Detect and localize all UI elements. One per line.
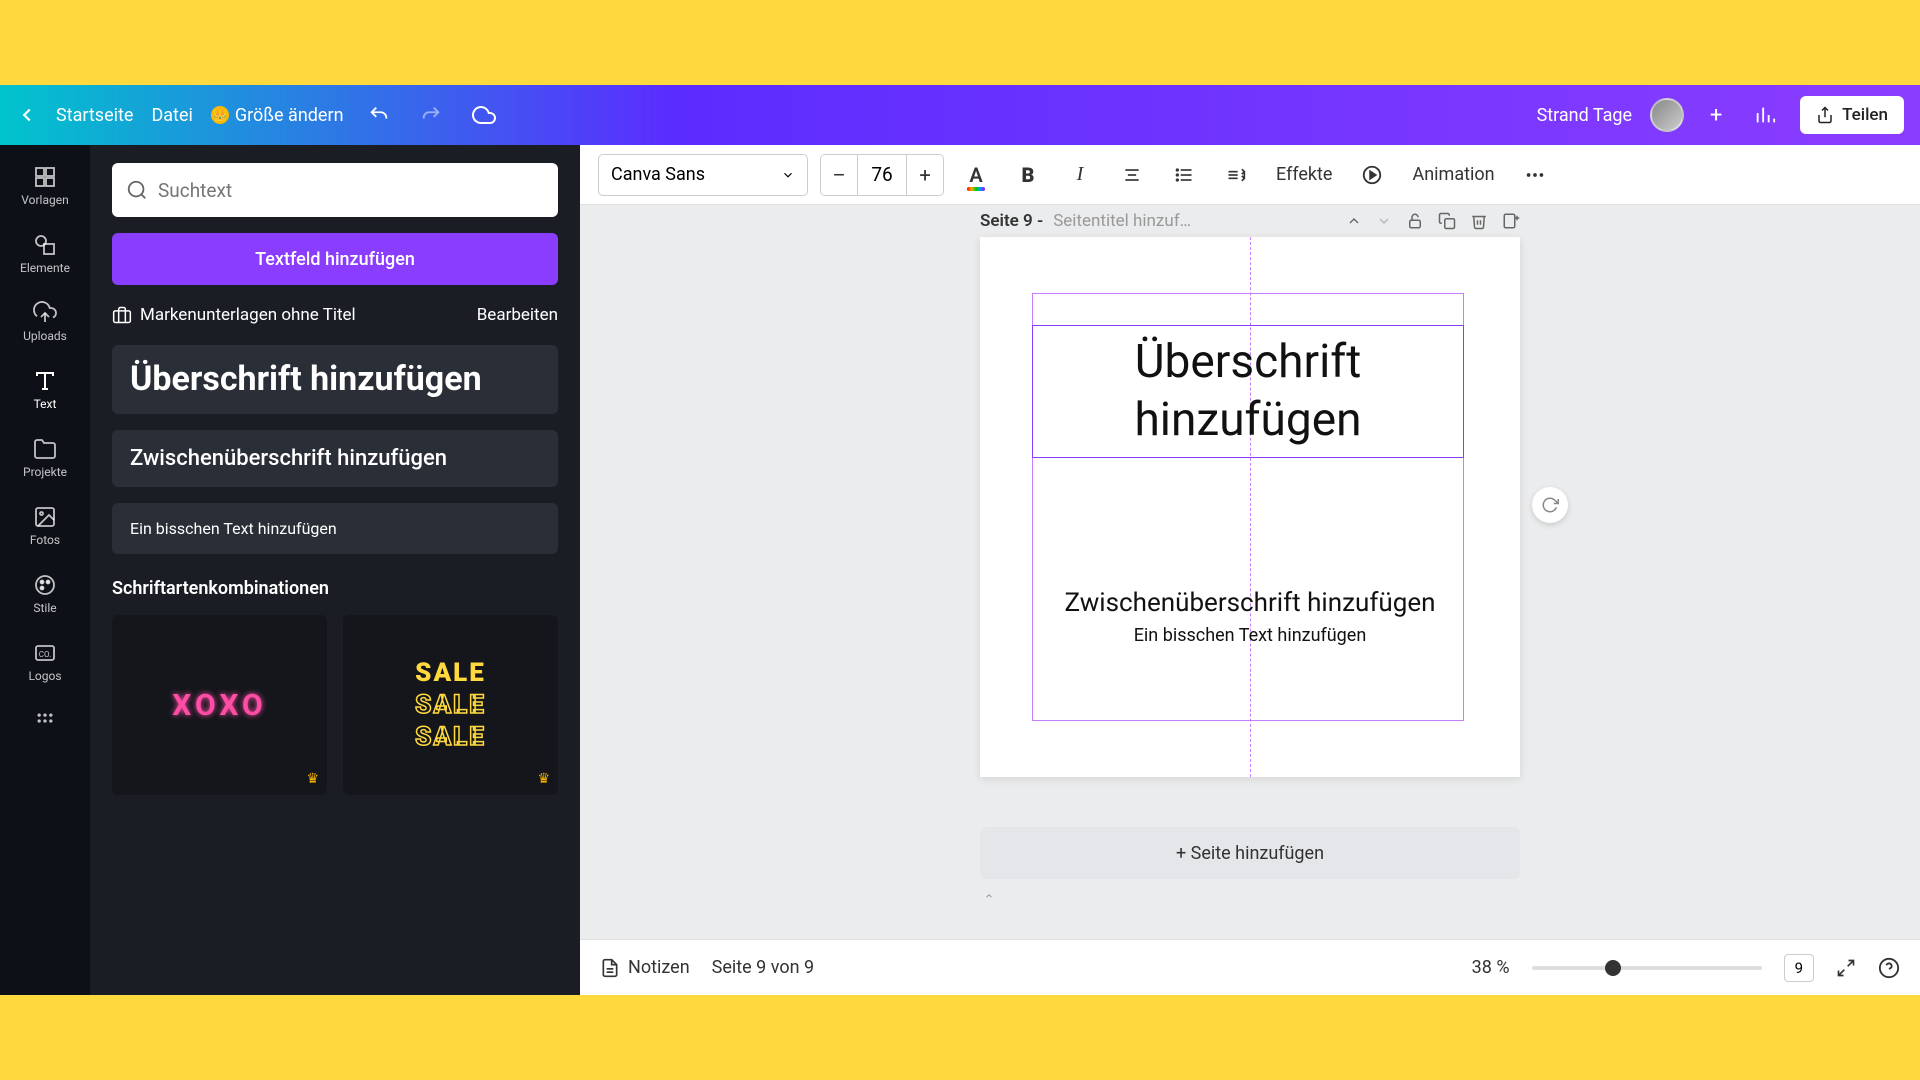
nav-projects[interactable]: Projekte (0, 427, 90, 489)
folder-icon (33, 437, 57, 461)
font-combos-title: Schriftartenkombinationen (112, 578, 558, 599)
nav-elements[interactable]: Elemente (0, 223, 90, 285)
resize-label: Größe ändern (235, 105, 344, 126)
page-up-button[interactable] (1346, 213, 1362, 229)
context-toolbar: Canva Sans – + A B I (580, 145, 1920, 205)
combo-preview: XOXO (172, 688, 266, 723)
add-page-button[interactable]: + Seite hinzufügen (980, 827, 1520, 879)
chevron-down-icon (781, 168, 795, 182)
home-link[interactable]: Startseite (56, 105, 133, 126)
regenerate-button[interactable] (1532, 487, 1568, 523)
font-size-input[interactable] (857, 155, 907, 195)
expand-pages-button[interactable] (980, 891, 1520, 909)
logos-icon: CO. (33, 641, 57, 665)
text-panel: Textfeld hinzufügen Markenunterlagen ohn… (90, 145, 580, 995)
bold-button[interactable]: B (1008, 155, 1048, 195)
combo-preview: SALE SALE SALE (415, 658, 486, 752)
nav-more[interactable] (0, 699, 90, 743)
premium-icon: ♛ (537, 771, 550, 787)
nav-styles[interactable]: Stile (0, 563, 90, 625)
resize-button[interactable]: 👑 Größe ändern (211, 105, 344, 126)
add-member-button[interactable]: + (1702, 101, 1730, 129)
briefcase-icon (112, 305, 132, 325)
delete-page-button[interactable] (1470, 212, 1488, 230)
nav-uploads[interactable]: Uploads (0, 291, 90, 353)
body-text-element[interactable]: Ein bisschen Text hinzufügen (1040, 625, 1460, 646)
notes-button[interactable]: Notizen (600, 957, 690, 978)
premium-icon: ♛ (306, 771, 319, 787)
page-grid-button[interactable]: 9 (1784, 954, 1814, 982)
nav-templates[interactable]: Vorlagen (0, 155, 90, 217)
styles-icon (33, 573, 57, 597)
font-size-increase[interactable]: + (907, 155, 943, 195)
search-icon (126, 179, 148, 201)
nav-rail: Vorlagen Elemente Uploads Text Projekte … (0, 145, 90, 995)
add-page-icon-button[interactable] (1502, 212, 1520, 230)
more-apps-icon (33, 709, 57, 733)
alignment-button[interactable] (1112, 155, 1152, 195)
animation-icon (1352, 155, 1392, 195)
insights-button[interactable] (1748, 98, 1782, 132)
add-body-text-option[interactable]: Ein bisschen Text hinzufügen (112, 503, 558, 554)
search-input[interactable] (158, 179, 544, 202)
add-textbox-button[interactable]: Textfeld hinzufügen (112, 233, 558, 285)
font-family-select[interactable]: Canva Sans (598, 154, 808, 196)
list-button[interactable] (1164, 155, 1204, 195)
font-combo-sale[interactable]: SALE SALE SALE ♛ (343, 615, 558, 795)
edit-brand-kit-link[interactable]: Bearbeiten (477, 305, 558, 325)
fullscreen-button[interactable] (1836, 958, 1856, 978)
help-button[interactable] (1878, 957, 1900, 979)
zoom-slider[interactable] (1532, 966, 1762, 970)
back-button[interactable] (16, 104, 38, 126)
page-counter[interactable]: Seite 9 von 9 (712, 957, 814, 978)
effects-button[interactable]: Effekte (1268, 164, 1340, 185)
zoom-thumb[interactable] (1605, 960, 1621, 976)
page-title-input[interactable]: Seitentitel hinzuf… (1053, 211, 1191, 231)
page-header: Seite 9 - Seitentitel hinzuf… (980, 205, 1520, 237)
page-down-button[interactable] (1376, 213, 1392, 229)
font-size-group: – + (820, 154, 944, 196)
photos-icon (33, 505, 57, 529)
svg-text:CO.: CO. (39, 650, 51, 659)
redo-button[interactable] (414, 98, 448, 132)
nav-photos[interactable]: Fotos (0, 495, 90, 557)
duplicate-page-button[interactable] (1438, 212, 1456, 230)
canvas-area: Canva Sans – + A B I (580, 145, 1920, 995)
page-number-label: Seite 9 - (980, 211, 1043, 231)
brand-kit-row: Markenunterlagen ohne Titel Bearbeiten (112, 301, 558, 329)
more-options-button[interactable] (1515, 155, 1555, 195)
share-label: Teilen (1842, 105, 1888, 125)
nav-logos[interactable]: CO. Logos (0, 631, 90, 693)
text-color-button[interactable]: A (956, 155, 996, 195)
animation-button[interactable]: Animation (1404, 164, 1502, 185)
zoom-value[interactable]: 38 % (1472, 957, 1510, 978)
share-button[interactable]: Teilen (1800, 96, 1904, 134)
brand-kit-label[interactable]: Markenunterlagen ohne Titel (140, 305, 356, 325)
text-icon (33, 369, 57, 393)
crown-icon: 👑 (211, 106, 229, 124)
font-size-decrease[interactable]: – (821, 155, 857, 195)
top-bar: Startseite Datei 👑 Größe ändern Strand T… (0, 85, 1920, 145)
add-subheading-option[interactable]: Zwischenüberschrift hinzufügen (112, 430, 558, 487)
nav-text[interactable]: Text (0, 359, 90, 421)
subheading-text-element[interactable]: Zwischenüberschrift hinzufügen (1040, 587, 1460, 621)
file-menu[interactable]: Datei (151, 105, 192, 126)
document-title[interactable]: Strand Tage (1537, 105, 1633, 126)
lock-page-button[interactable] (1406, 212, 1424, 230)
italic-button[interactable]: I (1060, 155, 1100, 195)
font-combo-xoxo[interactable]: XOXO ♛ (112, 615, 327, 795)
user-avatar[interactable] (1650, 98, 1684, 132)
heading-text-element[interactable]: Überschrift hinzufügen (1032, 325, 1464, 458)
uploads-icon (33, 301, 57, 325)
undo-button[interactable] (362, 98, 396, 132)
canvas-page[interactable]: Überschrift hinzufügen Zwischenüberschri… (980, 237, 1520, 777)
templates-icon (33, 165, 57, 189)
bottom-bar: Notizen Seite 9 von 9 38 % 9 (580, 939, 1920, 995)
elements-icon (33, 233, 57, 257)
search-input-wrapper[interactable] (112, 163, 558, 217)
add-heading-option[interactable]: Überschrift hinzufügen (112, 345, 558, 414)
spacing-button[interactable] (1216, 155, 1256, 195)
cloud-sync-icon[interactable] (466, 97, 502, 133)
